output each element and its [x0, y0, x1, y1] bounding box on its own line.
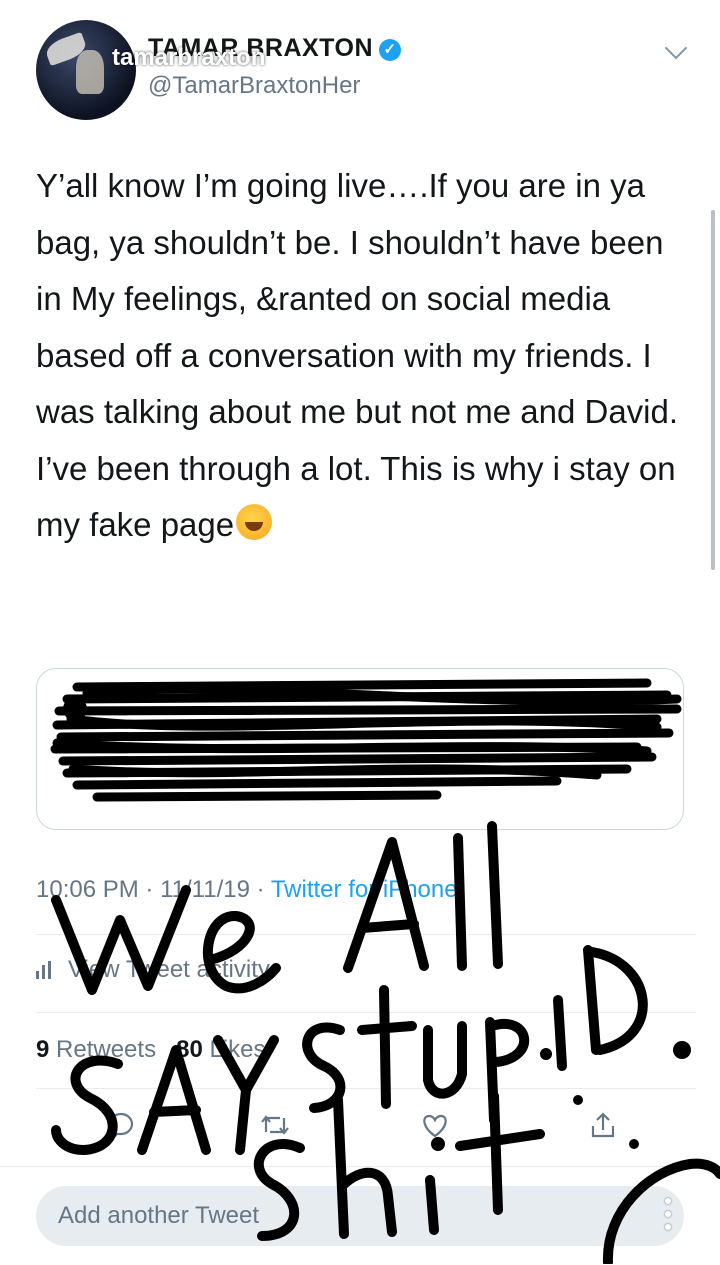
- retweet-icon: [261, 1115, 289, 1135]
- likes-stat[interactable]: 80 Likes: [176, 1036, 265, 1063]
- handwriting-all-l1: [453, 833, 467, 971]
- verified-badge-icon: ✓: [379, 39, 402, 61]
- tweet-text: Y’all know I’m going live….If you are in…: [36, 167, 679, 543]
- reply-button[interactable]: [104, 1108, 138, 1143]
- handwriting-say-a: [137, 1045, 211, 1155]
- share-icon: [591, 1112, 615, 1138]
- handwriting-stupid-d: [583, 945, 648, 1055]
- handwriting-stupid-i: [553, 995, 567, 1071]
- handwriting-stupid-t: [357, 985, 417, 1109]
- like-button[interactable]: [418, 1108, 452, 1142]
- activity-label: View Tweet activity: [68, 956, 270, 983]
- scrollbar[interactable]: [711, 210, 715, 570]
- tweet-source-link[interactable]: Twitter for iPhone: [271, 876, 458, 903]
- retweets-stat[interactable]: 9 Retweets: [36, 1036, 156, 1063]
- likes-label: Likes: [209, 1036, 266, 1063]
- handwriting-all-a: [343, 837, 429, 973]
- tweet-time: 10:06 PM: [36, 876, 139, 903]
- quoted-tweet-card[interactable]: [36, 668, 684, 830]
- more-options-icon[interactable]: [664, 1198, 672, 1238]
- retweets-label: Retweets: [56, 1036, 157, 1063]
- tweet-date: 11/11/19: [160, 876, 250, 903]
- handwriting-stupid-p: [485, 1017, 529, 1125]
- handwriting-stupid-u: [423, 1021, 467, 1099]
- view-tweet-activity-link[interactable]: View Tweet activity: [36, 956, 270, 984]
- handwriting-stupid-s: [302, 1022, 346, 1113]
- handwriting-all-l2: [487, 821, 503, 969]
- divider: [36, 1012, 696, 1013]
- reply-icon: [108, 1112, 134, 1143]
- author-handle[interactable]: @TamarBraxtonHer: [148, 72, 360, 100]
- chevron-down-icon[interactable]: [664, 36, 688, 60]
- divider: [36, 934, 696, 935]
- story-username[interactable]: tamarbraxton: [112, 44, 265, 72]
- retweet-button[interactable]: [258, 1108, 292, 1142]
- avatar-figure: [76, 50, 104, 94]
- tweet-body: Y’all know I’m going live….If you are in…: [36, 158, 686, 554]
- retweets-count: 9: [36, 1036, 50, 1063]
- add-another-tweet-input[interactable]: Add another Tweet: [36, 1186, 684, 1246]
- tweet-stats: 9 Retweets 80 Likes: [36, 1036, 266, 1064]
- laughing-emoji-icon: [236, 504, 273, 540]
- analytics-bars-icon: [36, 961, 54, 979]
- separator: ·: [145, 876, 154, 903]
- likes-count: 80: [176, 1036, 203, 1063]
- separator: ·: [256, 876, 265, 903]
- share-button[interactable]: [586, 1108, 620, 1142]
- redaction-scribble: [50, 678, 682, 802]
- tweet-timestamp: 10:06 PM · 11/11/19 · Twitter for iPhone: [36, 876, 458, 904]
- divider: [36, 1088, 696, 1089]
- heart-icon: [423, 1114, 447, 1138]
